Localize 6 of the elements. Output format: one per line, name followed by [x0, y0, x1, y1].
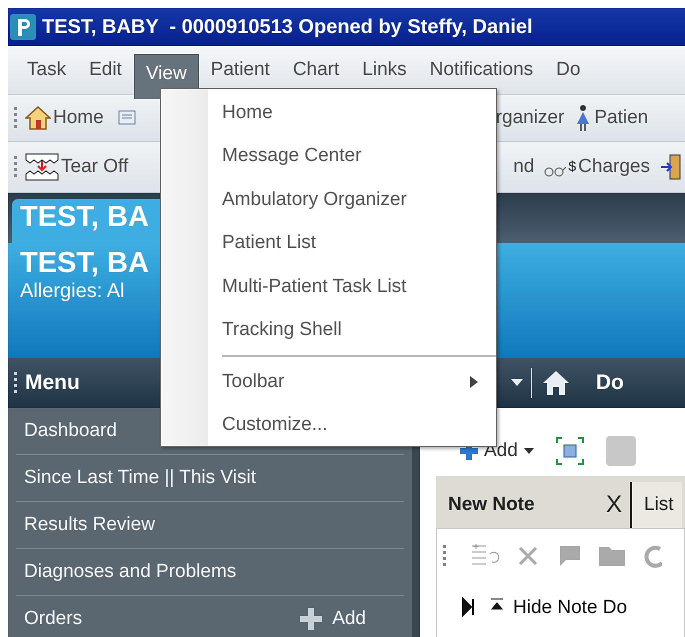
window-title: TEST, BABY - 0000910513 Opened by Steffy, Daniel	[42, 16, 533, 38]
page-title: Do	[596, 371, 624, 395]
menu-header: Menu	[25, 371, 80, 395]
patient-name: TEST, BA	[20, 247, 149, 280]
dollar-sign: $	[568, 158, 576, 174]
allergies-text: Allergies: Al	[20, 280, 124, 303]
